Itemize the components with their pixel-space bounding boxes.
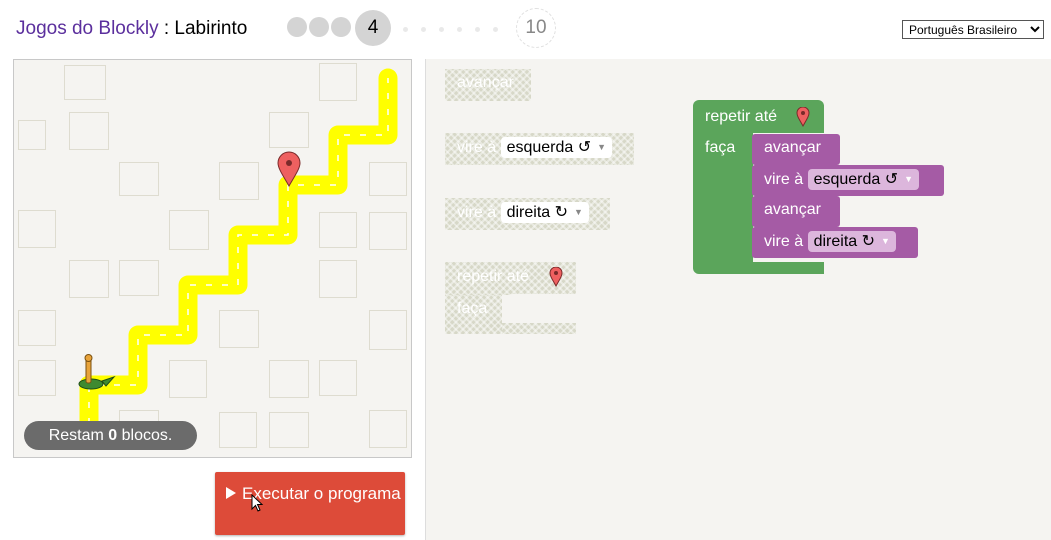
workspace-turn-label-2: vire à — [764, 233, 804, 250]
status-count: 0 — [108, 427, 118, 444]
status-suffix: blocos. — [117, 427, 173, 444]
workspace-forward-block-1[interactable]: avançar — [752, 134, 840, 165]
workspace-turn-left-value: esquerda ↺ — [813, 171, 899, 188]
toolbox-flyout: avançar vire à esquerda ↺ ▼ vire à direit… — [425, 59, 652, 540]
level-1-link[interactable] — [287, 17, 307, 37]
toolbox-turn-right-value: direita ↻ — [506, 204, 569, 221]
run-program-button[interactable]: Executar o programa — [215, 472, 405, 535]
app-title-link[interactable]: Jogos do Blockly — [16, 18, 159, 39]
toolbox-forward-label: avançar — [457, 74, 514, 91]
workspace-forward-label-2: avançar — [764, 201, 821, 218]
toolbox-turn-right-dropdown[interactable]: direita ↻ ▼ — [500, 202, 589, 223]
level-6b-link[interactable] — [457, 27, 462, 32]
toolbox-repeat-until-block[interactable]: repetir até faça — [445, 262, 576, 334]
toolbox-turn-label: vire à — [457, 204, 497, 221]
play-icon — [226, 487, 236, 499]
repeat-footer — [502, 323, 576, 334]
level-10-link[interactable]: 10 — [516, 8, 556, 48]
game-title: Labirinto — [174, 18, 248, 39]
level-8-link[interactable] — [493, 27, 498, 32]
workspace-turn-label-1: vire à — [764, 171, 804, 188]
toolbox-turn-label: vire à — [457, 139, 497, 156]
status-prefix: Restam — [48, 427, 109, 444]
level-current: 4 — [355, 10, 391, 46]
toolbox-do-label: faça — [457, 300, 488, 317]
maze-canvas — [13, 59, 412, 458]
goal-marker-icon — [796, 107, 810, 127]
level-6-link[interactable] — [439, 27, 444, 32]
dropdown-caret-icon: ▼ — [881, 236, 890, 246]
repeat-footer — [753, 262, 824, 274]
page-title: Jogos do Blockly : Labirinto — [16, 18, 247, 40]
header: Jogos do Blockly : Labirinto 4 10 Portug… — [0, 0, 1051, 58]
language-select[interactable]: Português Brasileiro — [902, 20, 1044, 39]
workspace-repeat-label: repetir até — [705, 108, 778, 125]
toolbox-forward-block[interactable]: avançar — [445, 69, 531, 101]
toolbox-repeat-label: repetir até — [457, 268, 530, 285]
title-separator: : — [158, 18, 175, 39]
workspace-do-label: faça — [705, 139, 736, 156]
workspace-turn-right-value: direita ↻ — [813, 233, 876, 250]
level-5-link[interactable] — [403, 27, 408, 32]
toolbox-turn-left-dropdown[interactable]: esquerda ↺ ▼ — [500, 137, 613, 158]
goal-marker-icon — [549, 267, 563, 287]
level-2-link[interactable] — [309, 17, 329, 37]
repeat-slot — [505, 294, 576, 322]
dropdown-caret-icon: ▼ — [904, 174, 914, 184]
dropdown-caret-icon: ▼ — [574, 207, 583, 217]
maze-path-svg — [78, 68, 398, 450]
workspace-turn-left-dropdown[interactable]: esquerda ↺ ▼ — [807, 169, 920, 190]
workspace-turn-right-dropdown[interactable]: direita ↻ ▼ — [807, 231, 896, 252]
run-button-label: Executar o programa — [242, 484, 401, 503]
workspace-forward-block-2[interactable]: avançar — [752, 196, 840, 227]
toolbox-turn-right-block[interactable]: vire à direita ↻ ▼ — [445, 198, 610, 230]
toolbox-turn-left-value: esquerda ↺ — [506, 139, 592, 156]
workspace-turn-right-block[interactable]: vire à direita ↻ ▼ — [752, 227, 918, 258]
blocks-remaining-status: Restam 0 blocos. — [24, 421, 197, 450]
level-7-link[interactable] — [475, 27, 480, 32]
mouse-cursor-icon — [251, 494, 264, 512]
toolbox-turn-left-block[interactable]: vire à esquerda ↺ ▼ — [445, 133, 634, 165]
level-3-link[interactable] — [331, 17, 351, 37]
dropdown-caret-icon: ▼ — [597, 142, 607, 152]
level-5b-link[interactable] — [421, 27, 426, 32]
workspace-forward-label-1: avançar — [764, 139, 821, 156]
workspace-turn-left-block[interactable]: vire à esquerda ↺ ▼ — [752, 165, 944, 196]
blockly-workspace[interactable]: repetir até faça avançar vire à esquerda… — [651, 59, 1051, 540]
